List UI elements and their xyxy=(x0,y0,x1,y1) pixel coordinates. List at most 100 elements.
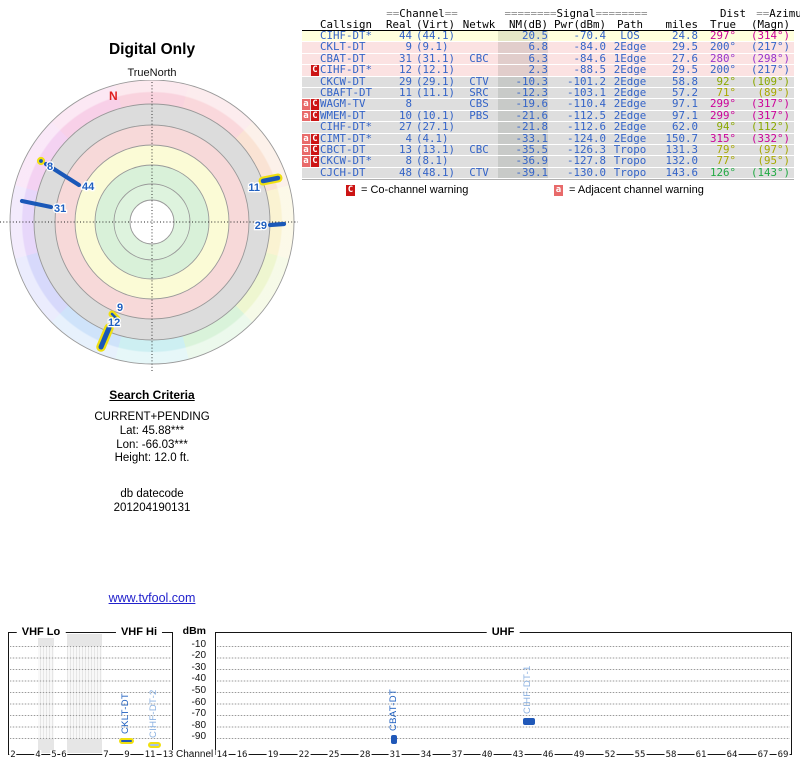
band-label-vhf-hi: VHF Hi xyxy=(115,626,163,638)
channel-tick: 7 xyxy=(102,750,110,760)
cochannel-warning-badge xyxy=(311,54,319,64)
cochannel-warning-badge: C xyxy=(311,144,319,156)
warning-legend: C = Co-channel warning a = Adjacent chan… xyxy=(302,185,794,201)
network-cell: CBC xyxy=(469,51,489,65)
channel-tick: 11 xyxy=(143,750,157,760)
bar-cklt-dt xyxy=(119,738,134,744)
table-rows: CIHF-DT* 44 (44.1) 20.5 -70.4 LOS 24.8 2… xyxy=(302,30,794,181)
channel-tick: 55 xyxy=(633,750,647,760)
table-row: CJCH-DT 48 (48.1) CTV -39.1 -130.0 Tropo… xyxy=(302,165,794,180)
datecode-label: db datecode xyxy=(120,488,184,501)
callsign-cell: CIHF-DT* xyxy=(320,120,373,134)
cochannel-warning-badge: C xyxy=(311,133,319,144)
virtual-channel-cell: (11.1) xyxy=(416,85,456,99)
signal-table: ==Channel== ========Signal======== Dist … xyxy=(302,6,800,201)
tvfool-report: Digital Only TrueNorth N 8 44 31 11 29 9… xyxy=(0,0,800,768)
dbm-tick: -70 xyxy=(191,708,206,719)
channel-axis-label: Channel xyxy=(176,749,214,760)
tvfool-link-wrap: www.tvfool.com xyxy=(32,589,272,607)
adjacent-legend: a = Adjacent channel warning xyxy=(554,184,704,197)
cochannel-warning-badge xyxy=(311,31,319,41)
marker-label-ch11: 11 xyxy=(248,182,260,194)
power-cell: -112.6 xyxy=(566,120,606,134)
channel-tick: 4 xyxy=(34,750,42,760)
magnetic-azimuth-cell: (143°) xyxy=(750,165,790,179)
adjacent-warning-badge xyxy=(302,88,310,98)
channel-tick: 64 xyxy=(725,750,739,760)
channel-tick: 37 xyxy=(450,750,464,760)
adjacent-warning-badge xyxy=(302,168,310,178)
adjacent-warning-badge: a xyxy=(302,110,310,122)
adjacent-legend-badge: a xyxy=(554,185,563,197)
channel-tick: 52 xyxy=(603,750,617,760)
band-label-vhf-lo: VHF Lo xyxy=(16,626,66,638)
search-mode: CURRENT+PENDING xyxy=(94,411,210,423)
network-cell: CBC xyxy=(469,142,489,156)
network-cell: PBS xyxy=(469,108,489,122)
uhf-panel xyxy=(215,632,792,755)
warning-flags xyxy=(302,31,320,41)
noise-margin-cell: -39.1 xyxy=(498,167,548,179)
marker-label-ch31: 31 xyxy=(54,203,66,215)
adjacent-warning-badge: a xyxy=(302,133,310,144)
network-cell: CTV xyxy=(469,165,489,179)
dbm-tick: -20 xyxy=(191,650,206,661)
radar-title: Digital Only xyxy=(108,41,196,58)
network-cell xyxy=(460,122,498,132)
marker-label-ch44: 44 xyxy=(82,181,95,193)
true-azimuth-cell: 94° xyxy=(716,120,736,134)
search-height: Height: 12.0 ft. xyxy=(114,452,190,465)
cochannel-legend-badge: C xyxy=(346,185,355,197)
adjacent-warning-badge: a xyxy=(302,99,310,110)
dbm-tick: -90 xyxy=(191,731,206,742)
channel-tick: 43 xyxy=(511,750,525,760)
channel-tick: 6 xyxy=(60,750,68,760)
marker-label-ch29: 29 xyxy=(255,220,267,232)
channel-tick: 61 xyxy=(694,750,708,760)
path-cell: 2Edge xyxy=(613,120,647,134)
dbm-tick: -60 xyxy=(191,697,206,708)
adjacent-legend-text: = Adjacent channel warning xyxy=(569,184,704,197)
marker-ch11-line xyxy=(260,175,281,184)
channel-tick: 46 xyxy=(541,750,555,760)
cochannel-warning-badge: C xyxy=(311,110,319,122)
bar-label-cihf-dt-1: CIHF-DT-1 xyxy=(522,665,533,714)
marker-label-ch8: 8 xyxy=(47,161,53,173)
bar-label-cklt-dt: CKLT-DT xyxy=(120,693,131,734)
channel-tick: 13 xyxy=(161,750,175,760)
dbm-tick: -50 xyxy=(191,685,206,696)
distance-cell: 62.0 xyxy=(671,120,698,134)
adjacent-warning-badge xyxy=(302,65,310,75)
noise-margin-cell: -21.8 xyxy=(498,121,548,133)
dbm-tick: -80 xyxy=(191,720,206,731)
cochannel-warning-badge: C xyxy=(311,99,319,110)
magnetic-azimuth-cell: (112°) xyxy=(750,120,790,134)
bar-label-cbat-dt: CBAT-DT xyxy=(388,688,399,731)
path-cell: Tropo xyxy=(613,165,647,179)
adjacent-warning-badge: a xyxy=(302,144,310,156)
warning-flags xyxy=(302,122,320,132)
uhf-gridlines xyxy=(217,646,790,739)
adjacent-warning-badge xyxy=(302,31,310,41)
real-channel-cell: 27 xyxy=(398,120,412,134)
datecode-value: 201204190131 xyxy=(113,501,191,514)
table-header: ==Channel== ========Signal======== Dist … xyxy=(302,6,800,31)
warning-flags xyxy=(302,88,320,98)
channel-tick: 31 xyxy=(388,750,402,760)
channel-tick: 40 xyxy=(480,750,494,760)
search-lon: Lon: -66.03*** xyxy=(116,438,188,451)
adjacent-warning-badge: a xyxy=(302,156,310,167)
channel-tick: 28 xyxy=(358,750,372,760)
channel-tick: 9 xyxy=(123,750,131,760)
channel-tick: 49 xyxy=(572,750,586,760)
warning-flags xyxy=(302,168,320,178)
warning-flags xyxy=(302,54,320,64)
virtual-channel-cell: (27.1) xyxy=(416,120,456,134)
channel-tick: 19 xyxy=(266,750,280,760)
cochannel-legend: C = Co-channel warning xyxy=(346,185,468,197)
dbm-tick: -10 xyxy=(191,639,206,650)
cochannel-warning-badge xyxy=(311,168,319,178)
tvfool-link[interactable]: www.tvfool.com xyxy=(109,591,196,605)
channel-tick: 2 xyxy=(9,750,17,760)
channel-tick: 5 xyxy=(50,750,58,760)
